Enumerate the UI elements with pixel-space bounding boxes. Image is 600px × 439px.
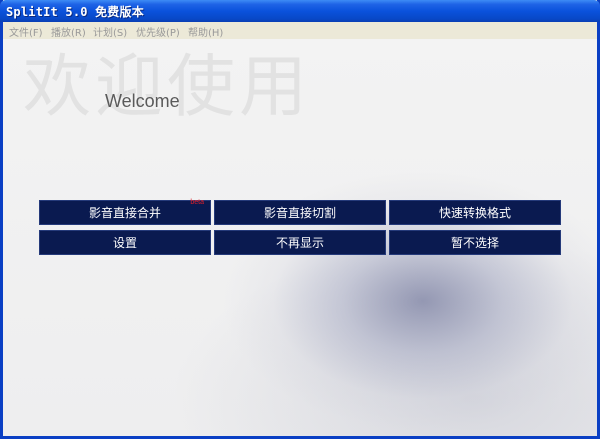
settings-button[interactable]: 设置 [39, 230, 211, 255]
menu-help[interactable]: 帮助(H) [188, 24, 223, 39]
skip-button[interactable]: 暂不选择 [389, 230, 561, 255]
merge-button[interactable]: 影音直接合并 beta [39, 199, 211, 225]
menu-play[interactable]: 播放(R) [51, 24, 86, 39]
welcome-heading: Welcome [105, 91, 180, 111]
menu-file[interactable]: 文件(F) [9, 24, 43, 39]
menu-bar: 文件(F) 播放(R) 计划(S) 优先级(P) 帮助(H) [3, 22, 597, 39]
merge-button-label: 影音直接合并 [88, 206, 161, 220]
app-window: SplitIt 5.0 免费版本 文件(F) 播放(R) 计划(S) 优先级(P… [0, 0, 600, 439]
beta-badge: beta [190, 199, 204, 206]
welcome-panel: 欢迎使用 Welcome 影音直接合并 beta 影音直接切割 快速转换格式 设… [3, 39, 597, 436]
welcome-watermark-text: 欢迎使用 [23, 48, 312, 127]
dont-show-again-button[interactable]: 不再显示 [214, 230, 386, 255]
title-bar[interactable]: SplitIt 5.0 免费版本 [0, 0, 600, 22]
window-title: SplitIt 5.0 免费版本 [6, 5, 144, 19]
cut-button[interactable]: 影音直接切割 [214, 200, 386, 225]
menu-priority[interactable]: 优先级(P) [136, 24, 180, 39]
convert-format-button[interactable]: 快速转换格式 [389, 200, 561, 225]
menu-schedule[interactable]: 计划(S) [93, 24, 127, 39]
